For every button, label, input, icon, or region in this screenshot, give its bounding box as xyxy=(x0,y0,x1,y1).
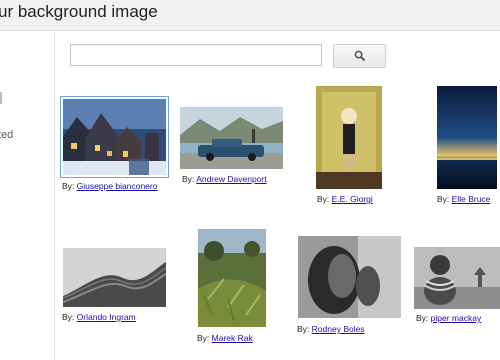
credit-prefix: By: xyxy=(416,313,429,323)
woman-necklaces-photo xyxy=(414,247,500,309)
sidebar: ted xyxy=(0,32,55,360)
photo-credit: By: Orlando Ingram xyxy=(62,312,136,323)
search-input[interactable] xyxy=(70,44,322,66)
search-button[interactable] xyxy=(333,44,386,68)
credit-prefix: By: xyxy=(62,181,75,191)
credit-prefix: By: xyxy=(197,333,210,343)
author-link[interactable]: Andrew Davenport xyxy=(196,174,266,184)
car-photo xyxy=(180,107,283,169)
photo-credit: By: Elle Bruce xyxy=(437,194,490,205)
author-link[interactable]: piper mackay xyxy=(431,313,482,323)
photo-credit: By: Andrew Davenport xyxy=(182,174,267,185)
author-link[interactable]: E.E. Giorgi xyxy=(332,194,373,204)
author-link[interactable]: Marek Rak xyxy=(212,333,253,343)
photo-thumbnail[interactable] xyxy=(437,86,497,189)
photo-thumbnail[interactable] xyxy=(298,236,401,318)
author-link[interactable]: Orlando Ingram xyxy=(77,312,136,322)
photo-credit: By: Giuseppe bianconero xyxy=(62,181,157,192)
building-photo xyxy=(63,248,166,307)
photo-credit: By: Rodney Boles xyxy=(297,324,365,335)
fern-forest-photo xyxy=(198,229,266,327)
credit-prefix: By: xyxy=(317,194,330,204)
photo-thumbnail[interactable] xyxy=(198,229,266,327)
author-link[interactable]: Elle Bruce xyxy=(452,194,491,204)
photo-credit: By: E.E. Giorgi xyxy=(317,194,373,205)
author-link[interactable]: Giuseppe bianconero xyxy=(77,181,158,191)
author-link[interactable]: Rodney Boles xyxy=(312,324,365,334)
photo-thumbnail[interactable] xyxy=(316,86,382,189)
search-icon xyxy=(354,50,365,62)
photo-thumbnail[interactable] xyxy=(180,107,283,169)
sidebar-marker xyxy=(0,92,2,104)
credit-prefix: By: xyxy=(182,174,195,184)
photo-thumbnail[interactable] xyxy=(60,96,169,178)
village-photo xyxy=(63,99,166,175)
photo-credit: By: piper mackay xyxy=(416,313,481,324)
credit-prefix: By: xyxy=(62,312,75,322)
dialog-title: ur background image xyxy=(0,2,158,21)
credit-prefix: By: xyxy=(297,324,310,334)
figure-photo xyxy=(316,86,382,189)
sunset-photo xyxy=(437,86,497,189)
credit-prefix: By: xyxy=(437,194,450,204)
photo-thumbnail[interactable] xyxy=(63,248,166,307)
photo-credit: By: Marek Rak xyxy=(197,333,253,344)
dialog-header: ur background image xyxy=(0,0,500,31)
photo-thumbnail[interactable] xyxy=(414,247,500,309)
portrait-photo xyxy=(298,236,401,318)
sidebar-item-label[interactable]: ted xyxy=(0,129,13,141)
